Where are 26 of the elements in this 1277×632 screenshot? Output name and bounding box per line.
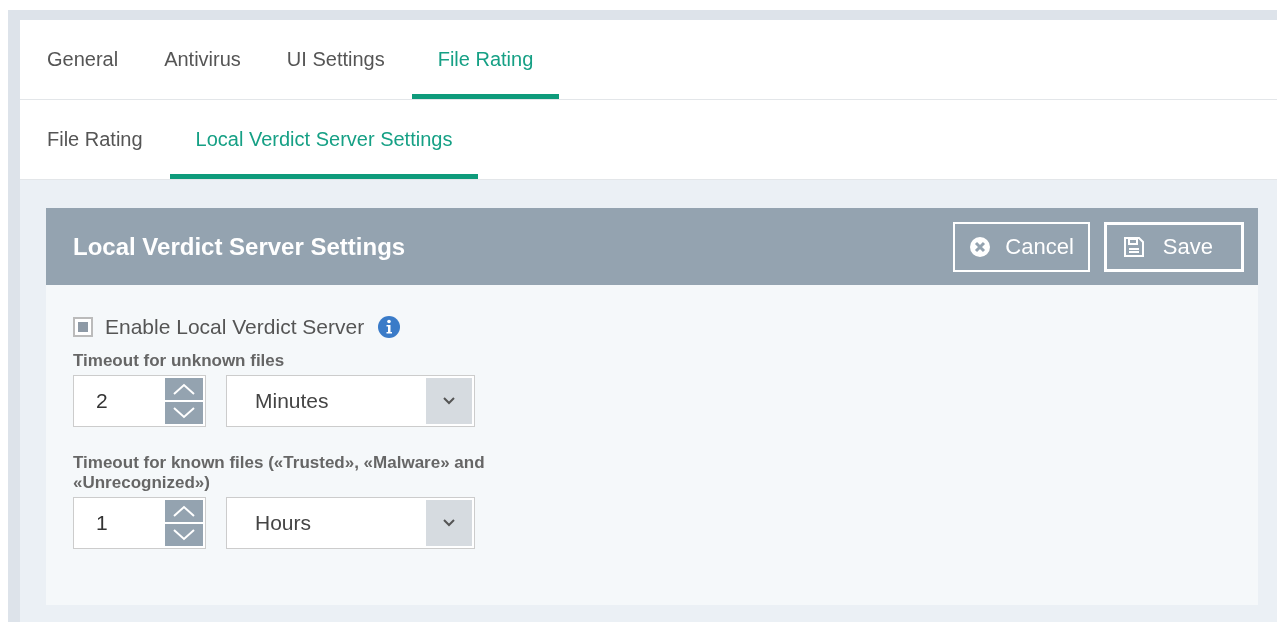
tab[interactable]: Antivirus: [145, 20, 260, 99]
info-icon: [378, 316, 401, 338]
decrement-button[interactable]: [165, 524, 203, 546]
chevron-up-icon: [171, 381, 197, 397]
tab[interactable]: File Rating: [28, 100, 162, 179]
number-field[interactable]: 1: [73, 497, 206, 549]
chevron-down-icon: [171, 527, 197, 543]
tab[interactable]: UI Settings: [267, 20, 404, 99]
increment-button[interactable]: [165, 500, 203, 522]
tab[interactable]: General: [28, 20, 138, 99]
unit-dropdown[interactable]: Hours: [226, 497, 475, 549]
save-icon: [1122, 235, 1145, 258]
field-label: Timeout for known files («Trusted», «Malware» and «Unrecognized»): [73, 453, 486, 493]
unit-dropdown[interactable]: Minutes: [226, 375, 475, 427]
increment-button[interactable]: [165, 378, 203, 400]
chevron-down-icon: [442, 396, 456, 406]
checkbox[interactable]: [73, 317, 93, 337]
number-field[interactable]: 2: [73, 375, 206, 427]
chevron-down-icon: [171, 405, 197, 421]
close-icon: [969, 235, 992, 258]
decrement-button[interactable]: [165, 402, 203, 424]
chevron-up-icon: [171, 503, 197, 519]
checkbox-label: Enable Local Verdict Server: [105, 315, 365, 339]
panel-title: Local Verdict Server Settings: [73, 232, 406, 261]
field-label: Timeout for unknown files: [73, 351, 286, 371]
chevron-down-icon: [442, 518, 456, 528]
